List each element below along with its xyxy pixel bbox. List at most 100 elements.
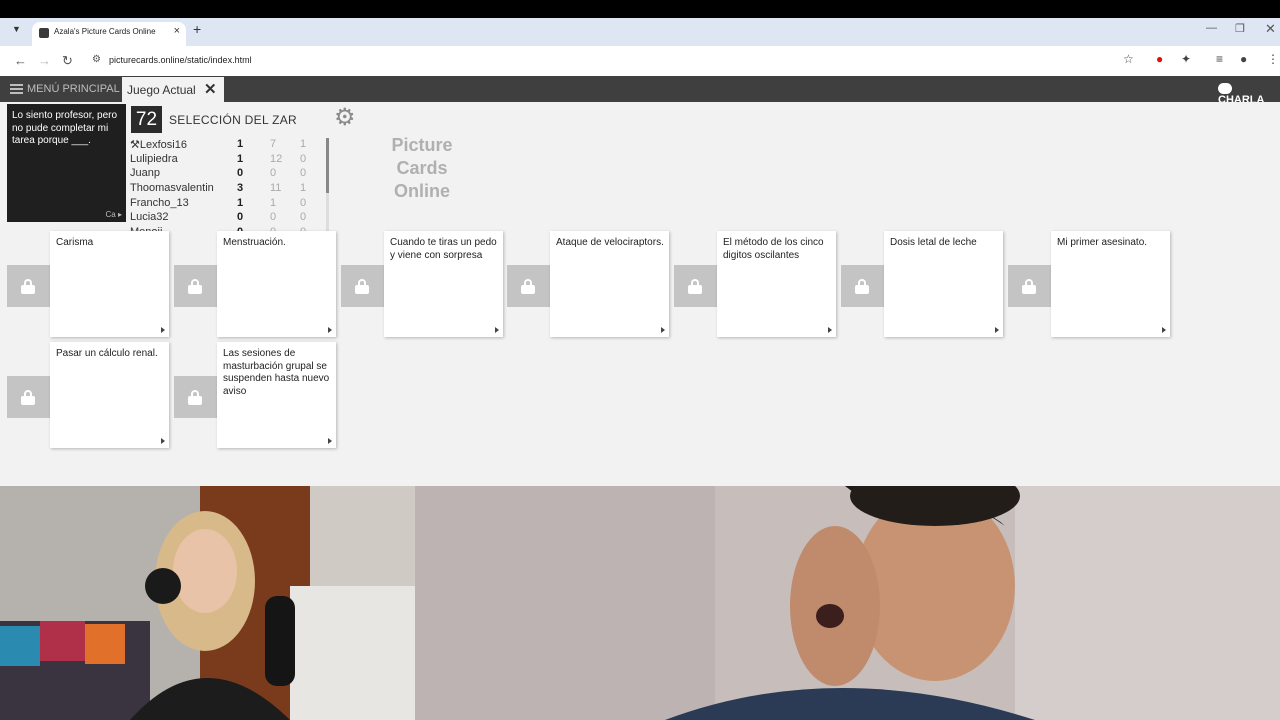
back-icon[interactable]: ← [14,53,27,68]
media-control-icon[interactable]: ≡ [1216,52,1223,66]
site-info-icon[interactable]: ⚙ [92,54,101,65]
card-arrow-icon [161,438,165,444]
white-card-text: Mi primer asesinato. [1057,237,1148,248]
card-arrow-icon [1162,327,1166,333]
browser-tab-title: Azala's Picture Cards Online [54,27,156,36]
opera-extension-icon[interactable]: ● [1156,52,1163,66]
close-window-icon[interactable]: ✕ [1265,21,1276,37]
player-name: ⚒Lexfosi16 [130,139,187,151]
player-stat: 0 [300,167,307,180]
player-row: Lucia32 0 0 0 [130,211,326,226]
player-score: 0 [237,167,244,180]
player-name: Juanp [130,167,160,180]
player-row: Juanp 0 0 0 [130,167,326,182]
card-arrow-icon [161,327,165,333]
lock-card-button[interactable] [507,265,550,307]
forward-icon[interactable]: → [38,53,51,68]
white-card-text: Las sesiones de masturbación grupal se s… [223,348,330,397]
restore-icon[interactable]: ❐ [1235,22,1245,35]
player-stat: 0 [300,196,307,209]
lock-card-button[interactable] [841,265,884,307]
top-black-bar [0,0,1280,18]
white-card[interactable]: Dosis letal de leche [884,231,1003,337]
black-card-footer: Ca ▸ [105,210,122,219]
black-card: Lo siento profesor, pero no pude complet… [7,104,126,222]
white-card[interactable]: Carisma [50,231,169,337]
white-card-text: Dosis letal de leche [890,237,977,248]
hamburger-icon [10,84,23,95]
minimize-icon[interactable]: — [1206,22,1217,34]
player-stat: 11 [270,182,282,195]
white-card-text: Menstruación. [223,237,286,248]
card-arrow-icon [495,327,499,333]
player-stat: 7 [270,138,277,150]
main-menu-button[interactable]: MENÚ PRINCIPAL [10,83,120,95]
card-arrow-icon [661,327,665,333]
streamer-webcam [0,486,415,720]
close-game-icon[interactable]: ✕ [204,80,217,98]
player-row: ⚒Lexfosi16 1 7 1 [130,138,326,153]
new-tab-icon[interactable]: + [193,21,201,37]
white-card[interactable]: Mi primer asesinato. [1051,231,1170,337]
lock-icon [188,390,202,405]
player-stat: 1 [300,182,307,195]
player-row: Francho_13 1 1 0 [130,197,326,212]
white-card-text: Carisma [56,237,94,248]
reaction-video [415,486,1280,720]
player-name: Francho_13 [130,196,189,209]
reload-icon[interactable]: ↻ [62,53,73,69]
lock-icon [21,279,35,294]
lock-card-button[interactable] [1008,265,1051,307]
browser-tab-strip: Azala's Picture Cards Online × [0,18,1280,46]
round-timer: 72 [131,106,162,133]
browser-tab[interactable]: Azala's Picture Cards Online × [32,22,186,46]
lock-card-button[interactable] [674,265,717,307]
player-name: Lucia32 [130,211,169,224]
white-card-text: Ataque de velociraptors. [556,237,664,248]
player-score: 1 [237,138,244,150]
white-card[interactable]: El método de los cinco digitos oscilante… [717,231,836,337]
black-card-text: Lo siento profesor, pero no pude complet… [12,110,118,146]
lock-icon [1022,279,1036,294]
white-card[interactable]: Cuando te tiras un pedo y viene con sorp… [384,231,503,337]
player-score: 1 [237,196,244,209]
player-score: 3 [237,182,244,195]
player-stat: 1 [270,196,277,209]
phase-label: SELECCIÓN DEL ZAR [169,113,298,127]
picture-cards-logo: Picture Cards Online [391,135,453,201]
white-card[interactable]: Ataque de velociraptors. [550,231,669,337]
lock-card-button[interactable] [7,376,50,418]
lock-icon [188,279,202,294]
player-row: Thoomasvalentin 3 11 1 [130,182,326,197]
white-card[interactable]: Las sesiones de masturbación grupal se s… [217,342,336,448]
player-list: ⚒Lexfosi16 1 7 1 Lulipiedra 1 12 0 Juanp 0 0 0 Thoom… [130,138,326,232]
white-card[interactable]: Menstruación. [217,231,336,337]
lock-card-button[interactable] [7,265,50,307]
lock-icon [21,390,35,405]
lock-card-button[interactable] [174,376,217,418]
lock-card-button[interactable] [341,265,384,307]
more-menu-icon[interactable]: ⋮ [1267,52,1279,66]
tab-search-icon[interactable]: ▼ [12,24,21,34]
card-arrow-icon [328,327,332,333]
player-name: Lulipiedra [130,152,178,165]
main-menu-label: MENÚ PRINCIPAL [27,83,120,95]
card-arrow-icon [995,327,999,333]
extensions-icon[interactable]: ✦ [1181,52,1191,66]
tab-current-game[interactable]: Juego Actual ✕ [122,77,224,102]
lock-icon [688,279,702,294]
lock-card-button[interactable] [174,265,217,307]
current-game-label: Juego Actual [127,83,196,97]
player-list-scroll-thumb[interactable] [326,138,329,193]
close-tab-icon[interactable]: × [174,25,180,37]
white-card[interactable]: Pasar un cálculo renal. [50,342,169,448]
profile-avatar-icon[interactable]: ● [1240,52,1247,66]
lock-icon [521,279,535,294]
settings-gear-icon[interactable]: ⚙ [334,103,356,132]
url-field[interactable]: picturecards.online/static/index.html [109,55,252,65]
favicon-icon [39,28,49,38]
player-stat: 0 [300,152,307,165]
lock-icon [855,279,869,294]
bookmark-star-icon[interactable]: ☆ [1123,52,1134,66]
player-stat: 1 [300,138,307,150]
